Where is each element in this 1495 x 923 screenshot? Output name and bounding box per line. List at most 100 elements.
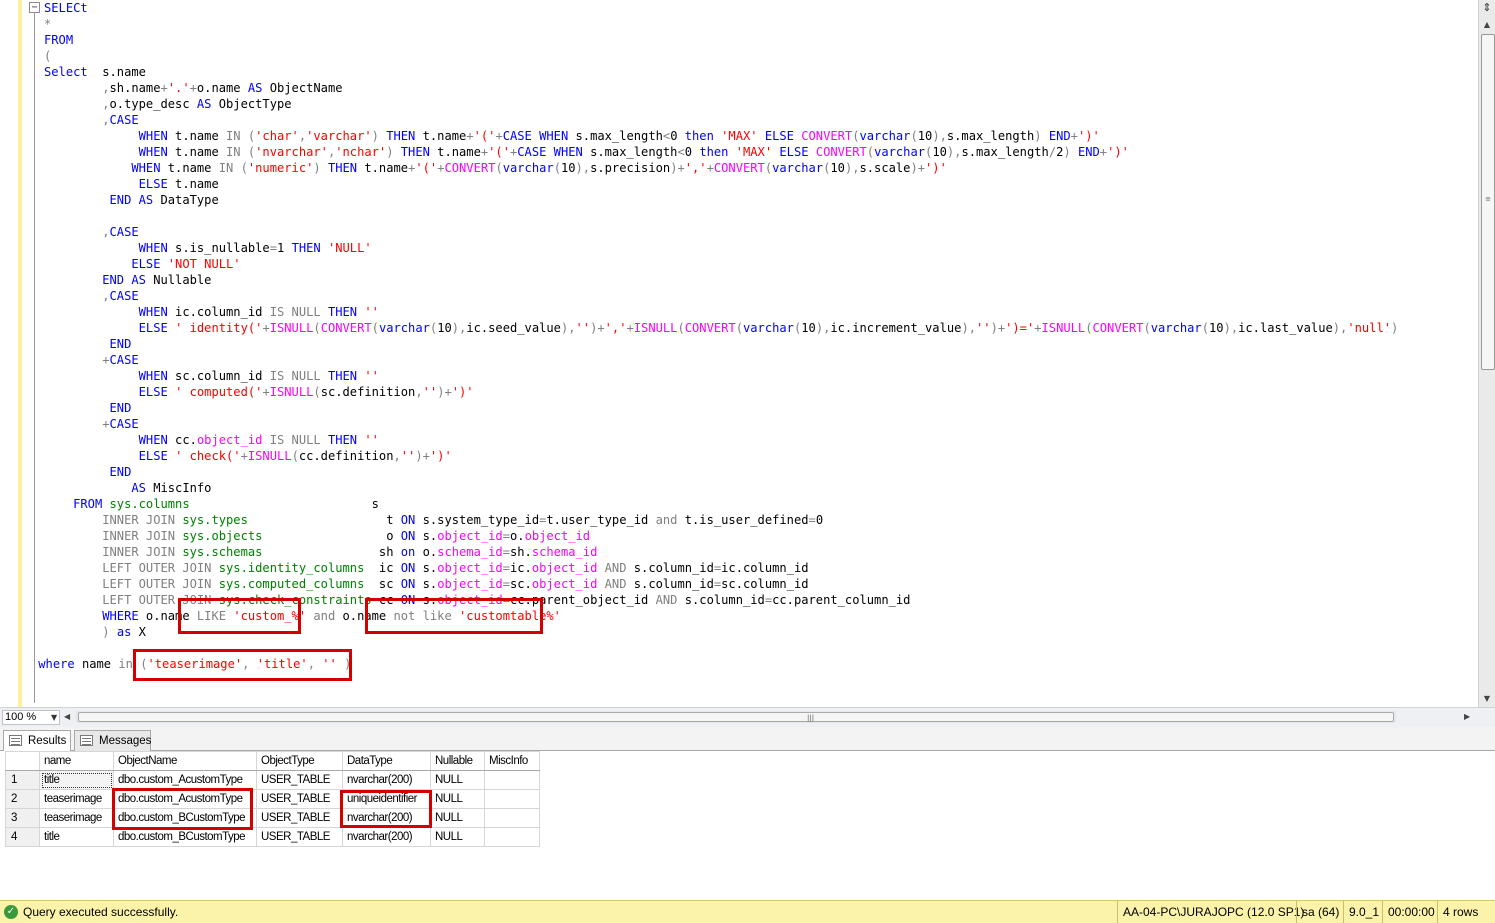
code-line[interactable]: WHEN cc.object_id IS NULL THEN ''	[44, 432, 379, 448]
collapse-toggle-icon[interactable]: −	[29, 2, 40, 13]
code-line[interactable]: ,CASE	[44, 112, 138, 128]
row-number-header[interactable]	[5, 751, 40, 771]
code-line[interactable]: END	[44, 336, 132, 352]
code-line[interactable]: AS MiscInfo	[44, 480, 211, 496]
row-number[interactable]: 4	[5, 827, 40, 847]
table-row[interactable]: 4 title dbo.custom_BCustomType USER_TABLE nv…	[5, 827, 540, 847]
split-handle-icon[interactable]: ⇕	[1479, 0, 1495, 16]
column-header[interactable]: DataType	[342, 751, 431, 771]
code-token: 'nchar'	[335, 145, 387, 159]
code-token: ')'	[1107, 145, 1129, 159]
code-line[interactable]: SELECt	[44, 0, 88, 16]
grid-cell[interactable]: nvarchar(200)	[342, 770, 431, 790]
column-header[interactable]: ObjectType	[256, 751, 343, 771]
zoom-select[interactable]: 100 % ▼	[2, 710, 60, 725]
column-header[interactable]: name	[39, 751, 114, 771]
highlight-box-where-in	[133, 649, 352, 681]
code-line[interactable]: WHEN sc.column_id IS NULL THEN ''	[44, 368, 379, 384]
code-line[interactable]: WHEN s.is_nullable=1 THEN 'NULL'	[44, 240, 372, 256]
grid-cell[interactable]: NULL	[430, 770, 485, 790]
column-header[interactable]: ObjectName	[113, 751, 257, 771]
code-line[interactable]: ELSE 'NOT NULL'	[44, 256, 240, 272]
code-token: IS NULL	[269, 369, 321, 383]
code-line[interactable]: ELSE ' identity('+ISNULL(CONVERT(varchar…	[44, 320, 1399, 336]
grid-cell[interactable]	[484, 827, 540, 847]
grid-cell[interactable]: dbo.custom_BCustomType	[113, 827, 257, 847]
grid-cell[interactable]: nvarchar(200)	[342, 827, 431, 847]
code-line[interactable]: INNER JOIN sys.objects o ON s.object_id=…	[44, 528, 590, 544]
grid-cell[interactable]: title	[39, 827, 114, 847]
code-line[interactable]: ELSE ' computed('+ISNULL(sc.definition,'…	[44, 384, 474, 400]
column-header[interactable]: MiscInfo	[484, 751, 540, 771]
scroll-left-icon[interactable]: ◀	[64, 711, 70, 723]
code-line[interactable]: FROM sys.columns s	[44, 496, 379, 512]
code-line[interactable]: INNER JOIN sys.types t ON s.system_type_…	[44, 512, 823, 528]
grid-cell[interactable]: NULL	[430, 827, 485, 847]
tab-messages-label: Messages	[99, 735, 152, 747]
code-line[interactable]: ,sh.name+'.'+o.name AS ObjectName	[44, 80, 342, 96]
table-row[interactable]: 1 title dbo.custom_AcustomType USER_TABLE nv…	[5, 770, 540, 790]
code-line[interactable]: ) as X	[44, 624, 146, 640]
code-token: ),	[932, 129, 947, 143]
code-line[interactable]: ,CASE	[44, 288, 138, 304]
grid-cell[interactable]: USER_TABLE	[256, 827, 343, 847]
sql-editor[interactable]: − SELECt * FROM(Select s.name ,sh.name+'.'…	[0, 0, 1478, 707]
code-line[interactable]: ,CASE	[44, 224, 138, 240]
tab-results[interactable]: Results	[3, 730, 71, 751]
tab-messages[interactable]: Messages	[74, 730, 151, 751]
grid-cell[interactable]: USER_TABLE	[256, 770, 343, 790]
code-token: Nullable	[145, 273, 212, 287]
code-line[interactable]: (	[44, 48, 51, 64]
grid-cell[interactable]: USER_TABLE	[256, 808, 343, 828]
grid-cell[interactable]: dbo.custom_AcustomType	[113, 770, 257, 790]
code-line[interactable]: WHEN ic.column_id IS NULL THEN ''	[44, 304, 379, 320]
horizontal-scroll-thumb[interactable]: |||	[78, 712, 1394, 722]
code-token: ic.seed_value	[466, 321, 561, 335]
scroll-up-icon[interactable]: ▲	[1479, 17, 1495, 33]
grid-cell[interactable]: NULL	[430, 789, 485, 809]
code-line[interactable]: INNER JOIN sys.schemas sh on o.schema_id…	[44, 544, 597, 560]
code-token: =	[502, 545, 510, 559]
grid-cell[interactable]: teaserimage	[39, 789, 114, 809]
code-line[interactable]: LEFT OUTER JOIN sys.identity_columns ic …	[44, 560, 808, 576]
scroll-right-icon[interactable]: ▶	[1464, 711, 1470, 723]
code-line[interactable]: FROM	[44, 32, 73, 48]
grid-cell[interactable]: title	[39, 770, 114, 790]
code-line[interactable]: ELSE t.name	[44, 176, 219, 192]
grid-cell[interactable]	[484, 770, 540, 790]
code-line[interactable]: WHEN t.name IN ('numeric') THEN t.name+'…	[44, 160, 947, 176]
grid-cell[interactable]	[484, 808, 540, 828]
code-line[interactable]: END	[44, 400, 132, 416]
grid-cell[interactable]: teaserimage	[39, 808, 114, 828]
column-header[interactable]: Nullable	[430, 751, 485, 771]
code-line[interactable]: LEFT OUTER JOIN sys.computed_columns sc …	[44, 576, 808, 592]
code-line[interactable]: WHEN t.name IN ('char','varchar') THEN t…	[44, 128, 1100, 144]
code-token: END	[109, 465, 132, 479]
results-grid[interactable]: name ObjectName ObjectType DataType Nullable…	[5, 751, 540, 847]
code-line[interactable]: +CASE	[44, 352, 138, 368]
scroll-thumb[interactable]: ≡	[1481, 34, 1495, 370]
code-line[interactable]: ,o.type_desc AS ObjectType	[44, 96, 291, 112]
grid-cell[interactable]	[484, 789, 540, 809]
code-token: ' identity('	[175, 321, 263, 335]
code-line[interactable]: END	[44, 464, 132, 480]
row-number[interactable]: 1	[5, 770, 40, 790]
editor-vertical-scrollbar[interactable]: ⇕ ▲ ≡ ▼	[1478, 0, 1495, 707]
table-row[interactable]: 3 teaserimage dbo.custom_BCustomType USER_T…	[5, 808, 540, 828]
code-line[interactable]: *	[44, 16, 51, 32]
code-line[interactable]: Select s.name	[44, 64, 146, 80]
code-line[interactable]: END AS Nullable	[44, 272, 211, 288]
code-line[interactable]: WHEN t.name IN ('nvarchar','nchar') THEN…	[44, 144, 1129, 160]
grid-cell[interactable]: NULL	[430, 808, 485, 828]
table-row[interactable]: 2 teaserimage dbo.custom_AcustomType USER_T…	[5, 789, 540, 809]
scroll-down-icon[interactable]: ▼	[1479, 693, 1495, 705]
code-token: CASE WHEN	[502, 129, 569, 143]
row-number[interactable]: 3	[5, 808, 40, 828]
row-number[interactable]: 2	[5, 789, 40, 809]
grid-cell[interactable]: USER_TABLE	[256, 789, 343, 809]
code-line[interactable]: +CASE	[44, 416, 138, 432]
code-token: s.scale	[859, 161, 911, 175]
code-line[interactable]: ELSE ' check('+ISNULL(cc.definition,'')+…	[44, 448, 452, 464]
code-line[interactable]: END AS DataType	[44, 192, 219, 208]
